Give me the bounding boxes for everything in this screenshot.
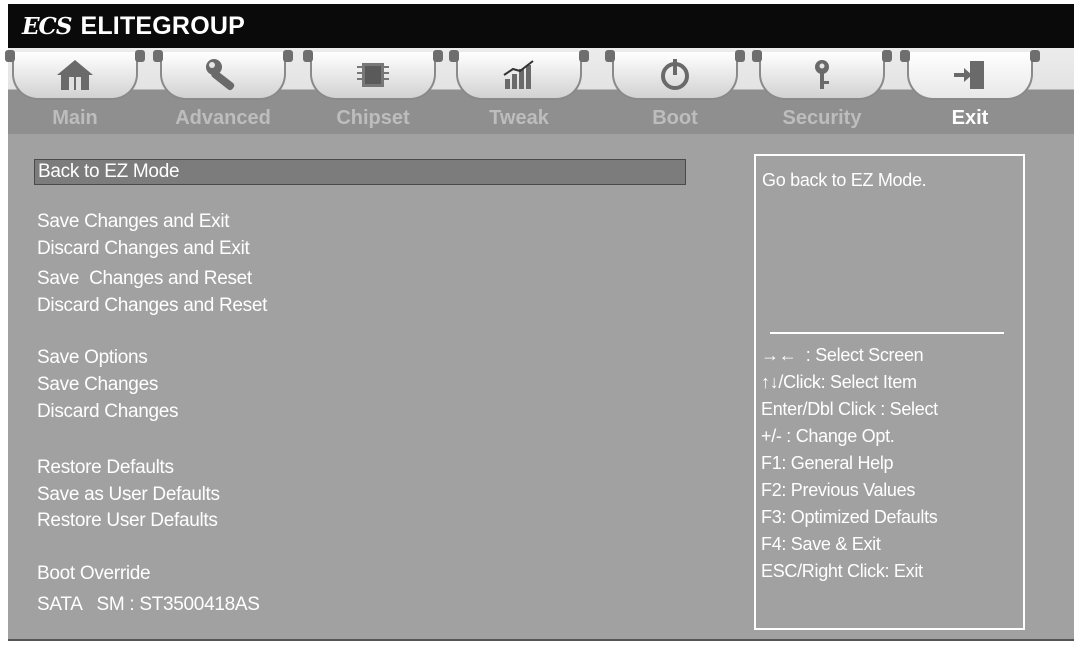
home-icon — [57, 60, 93, 90]
discard-changes-item[interactable]: Discard Changes — [37, 401, 179, 423]
help-panel: Go back to EZ Mode. →← : Select Screen ↑… — [754, 154, 1025, 630]
key-legend: →← : Select Screen ↑↓/Click: Select Item… — [761, 342, 938, 585]
boot-override-device-item[interactable]: SATA SM : ST3500418AS — [37, 594, 260, 616]
restore-user-defaults-item[interactable]: Restore User Defaults — [37, 510, 218, 532]
chart-icon — [503, 60, 534, 89]
tab-main[interactable]: Main — [5, 50, 145, 142]
ecs-logo: ECS — [22, 12, 72, 40]
help-description: Go back to EZ Mode. — [762, 170, 927, 190]
brand-name: ELITEGROUP — [80, 11, 245, 40]
discard-changes-and-exit-item[interactable]: Discard Changes and Exit — [37, 238, 250, 260]
tab-chipset[interactable]: Chipset — [303, 50, 443, 142]
save-changes-and-reset-item[interactable]: Save Changes and Reset — [37, 268, 252, 290]
back-to-ez-mode-item[interactable]: Back to EZ Mode — [34, 159, 686, 185]
tab-exit[interactable]: Exit — [900, 50, 1040, 142]
key-hint: +/- : Change Opt. — [761, 426, 895, 446]
tab-tweak[interactable]: Tweak — [449, 50, 589, 142]
exit-menu-panel: Back to EZ Mode Save Changes and Exit Di… — [8, 134, 1074, 639]
power-icon — [661, 59, 689, 90]
tab-security-label: Security — [782, 107, 862, 129]
tab-main-label: Main — [52, 107, 98, 129]
key-hint: Enter/Dbl Click : Select — [761, 399, 938, 419]
save-options-heading: Save Options — [37, 347, 148, 368]
key-hint: ↑↓/Click: Select Item — [761, 372, 917, 392]
tab-tweak-label: Tweak — [489, 107, 549, 129]
tab-security[interactable]: Security — [752, 50, 892, 142]
title-bar: ECS ELITEGROUP — [8, 4, 1074, 48]
tab-chipset-label: Chipset — [336, 107, 410, 129]
discard-changes-and-reset-item[interactable]: Discard Changes and Reset — [37, 295, 267, 317]
wrench-icon — [206, 59, 235, 91]
key-hint: F2: Previous Values — [761, 480, 916, 500]
exit-door-icon — [954, 61, 984, 89]
key-hint: →← : Select Screen — [761, 345, 924, 365]
tab-exit-label: Exit — [951, 107, 989, 129]
chip-icon — [357, 63, 389, 87]
save-as-user-defaults-item[interactable]: Save as User Defaults — [37, 484, 220, 506]
tab-boot-label: Boot — [652, 107, 698, 129]
key-hint: F4: Save & Exit — [761, 534, 881, 554]
restore-defaults-item[interactable]: Restore Defaults — [37, 457, 174, 479]
boot-override-heading: Boot Override — [37, 563, 151, 584]
key-icon — [815, 60, 829, 89]
key-hint: F3: Optimized Defaults — [761, 507, 938, 527]
tab-advanced[interactable]: Advanced — [153, 50, 293, 142]
tab-boot[interactable]: Boot — [605, 50, 745, 142]
key-hint: F1: General Help — [761, 453, 894, 473]
save-changes-item[interactable]: Save Changes — [37, 374, 158, 396]
save-changes-and-exit-item[interactable]: Save Changes and Exit — [37, 211, 230, 233]
tab-bar: Main Advanced Chipset Tweak Boot Securit… — [5, 48, 1074, 134]
help-divider — [770, 332, 1004, 334]
tab-advanced-label: Advanced — [175, 107, 271, 129]
frame-bottom-border — [8, 639, 1074, 641]
key-hint: ESC/Right Click: Exit — [761, 561, 923, 581]
